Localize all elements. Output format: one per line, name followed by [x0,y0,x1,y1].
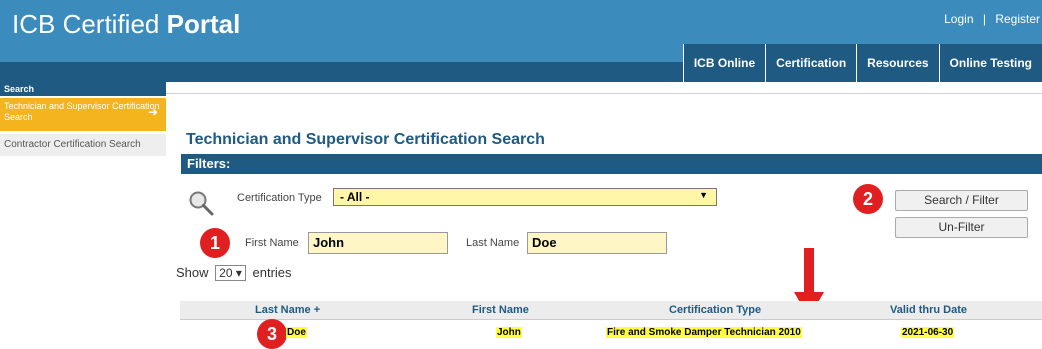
page-title: Technician and Supervisor Certification … [186,131,545,148]
first-name-label: First Name [245,237,299,249]
cell-first-name: John [496,327,522,338]
nav-certification[interactable]: Certification [765,44,857,82]
search-icon [189,191,214,216]
cert-type-value: - All - [340,190,370,204]
sidebar-item-technician-search[interactable]: Technician and Supervisor Certification … [0,98,166,131]
cell-certification-type: Fire and Smoke Damper Technician 2010 [606,327,802,338]
sidebar-heading: Search [0,82,166,96]
register-link[interactable]: Register [995,12,1040,26]
site-logo[interactable]: ICB Certified Portal [12,9,240,40]
nav-online-testing[interactable]: Online Testing [938,44,1042,82]
dropdown-caret-icon: ▼ [699,190,708,200]
filters-header: Filters: [181,154,1042,174]
search-filter-button[interactable]: Search / Filter [895,190,1028,211]
column-header-last-name[interactable]: Last Name + [255,304,320,316]
login-link[interactable]: Login [944,12,973,26]
cert-type-label: Certification Type [237,192,322,204]
last-name-field[interactable]: Doe [527,232,667,254]
cell-last-name: Doe [286,327,307,338]
page-size-control: Show 20 ▾ entries [176,265,292,281]
show-label: Show [176,265,209,280]
entries-select[interactable]: 20 ▾ [215,265,246,281]
main-nav: ICB Online Certification Resources Onlin… [682,44,1042,82]
last-name-label: Last Name [466,237,520,249]
arrow-right-icon: ➜ [147,105,158,119]
account-links: Login | Register [944,12,1040,26]
unfilter-button[interactable]: Un-Filter [895,217,1028,238]
step-badge-1: 1 [200,228,230,258]
table-row[interactable]: Doe John Fire and Smoke Damper Technicia… [180,322,1042,342]
first-name-field[interactable]: John [308,232,448,254]
cell-valid-thru: 2021-06-30 [901,327,955,338]
link-separator: | [982,12,986,26]
cert-type-select[interactable]: - All - ▼ [333,188,717,206]
column-header-valid-thru[interactable]: Valid thru Date [890,304,967,316]
sidebar-item-label: Technician and Supervisor Certification … [4,101,160,122]
column-header-first-name[interactable]: First Name [472,304,529,316]
nav-icb-online[interactable]: ICB Online [682,44,766,82]
sort-icon: + [313,304,321,316]
results-table-header: Last Name + First Name Certification Typ… [180,301,1042,320]
content-divider [166,82,1042,94]
entries-label: entries [252,265,292,280]
entries-select-value: 20 [219,266,233,280]
step-badge-2: 2 [853,184,883,214]
column-header-certification-type[interactable]: Certification Type [669,304,761,316]
nav-resources[interactable]: Resources [856,44,939,82]
sidebar-item-contractor-search[interactable]: Contractor Certification Search [0,134,166,156]
